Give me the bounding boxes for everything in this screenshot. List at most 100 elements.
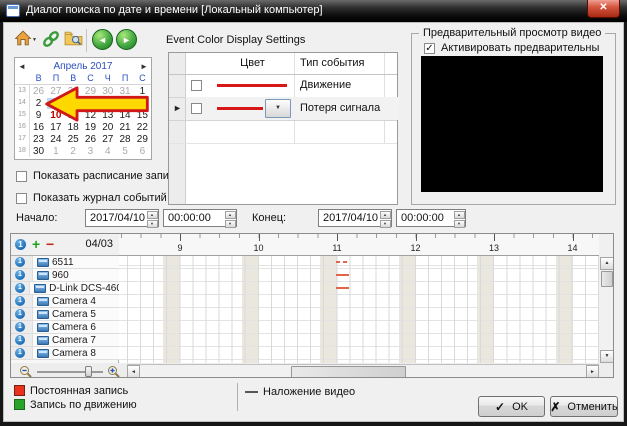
start-date-field[interactable]: 2017/04/10 ▲▼ — [85, 209, 159, 227]
calendar-day-cell[interactable]: 30 — [99, 86, 116, 97]
show-schedule-checkbox[interactable] — [16, 171, 27, 182]
calendar-day-cell[interactable]: 28 — [116, 134, 133, 145]
spin-down-icon[interactable]: ▼ — [380, 220, 391, 228]
hscroll-thumb[interactable] — [291, 366, 406, 378]
calendar-day-cell[interactable]: 25 — [65, 134, 82, 145]
calendar-day-cell[interactable]: 1 — [134, 86, 151, 97]
calendar-day-cell[interactable]: 4 — [99, 146, 116, 157]
home-button[interactable]: ▼ — [14, 30, 37, 52]
calendar-day-cell[interactable]: 6 — [134, 146, 151, 157]
zoom-slider-thumb[interactable] — [85, 366, 92, 377]
end-time-field[interactable]: 00:00:00 ▲▼ — [396, 209, 466, 227]
calendar-day-cell[interactable]: 15 — [134, 110, 151, 121]
camera-row[interactable]: 1D-Link DCS-4603 ( — [11, 282, 119, 295]
calendar-dow-label: П — [47, 73, 64, 84]
calendar-day-cell[interactable]: 11 — [65, 110, 82, 121]
camera-row[interactable]: 1Camera 5 — [11, 308, 119, 321]
calendar-day-cell[interactable]: 10 — [47, 110, 64, 121]
vscroll-thumb[interactable] — [601, 271, 613, 287]
calendar-day-cell[interactable]: 26 — [30, 86, 47, 97]
calendar-day-cell[interactable]: 5 — [82, 98, 99, 109]
event-enable-checkbox[interactable] — [191, 80, 202, 91]
forward-button[interactable]: ► — [116, 29, 137, 50]
vertical-scrollbar[interactable]: ▲ ▼ — [600, 257, 614, 363]
calendar-day-cell[interactable]: 5 — [116, 146, 133, 157]
calendar-day-cell[interactable]: 12 — [82, 110, 99, 121]
horizontal-scrollbar[interactable]: ◄ ► — [127, 364, 599, 378]
spin-down-icon[interactable]: ▼ — [225, 220, 236, 228]
calendar-day-cell[interactable]: 6 — [99, 98, 116, 109]
scroll-down-button[interactable]: ▼ — [600, 350, 614, 363]
calendar-day-cell[interactable]: 13 — [99, 110, 116, 121]
calendar-day-cell[interactable]: 29 — [134, 134, 151, 145]
add-camera-button[interactable]: + — [32, 236, 40, 252]
calendar-day-cell[interactable]: 7 — [116, 98, 133, 109]
calendar-day-cell[interactable]: 17 — [47, 122, 64, 133]
calendar-day-cell[interactable]: 24 — [47, 134, 64, 145]
calendar-day-cell[interactable]: 18 — [65, 122, 82, 133]
calendar-day-cell[interactable]: 22 — [134, 122, 151, 133]
camera-row[interactable]: 1960 — [11, 269, 119, 282]
calendar-prev-button[interactable]: ◄ — [15, 62, 29, 71]
calendar-day-cell[interactable]: 14 — [116, 110, 133, 121]
connect-button[interactable] — [42, 30, 60, 53]
event-enable-checkbox[interactable] — [191, 103, 202, 114]
zoom-control — [13, 364, 125, 378]
cancel-label: Отменить — [567, 401, 617, 413]
calendar-day-cell[interactable]: 29 — [82, 86, 99, 97]
calendar-day-cell[interactable]: 21 — [116, 122, 133, 133]
close-button[interactable]: ✕ — [587, 0, 620, 18]
calendar-day-cell[interactable]: 4 — [65, 98, 82, 109]
spin-up-icon[interactable]: ▲ — [380, 211, 391, 219]
color-dropdown-button[interactable]: ▼ — [265, 99, 291, 118]
zoom-out-icon[interactable] — [19, 365, 33, 378]
start-time-field[interactable]: 00:00:00 ▲▼ — [163, 209, 237, 227]
camera-icon — [37, 336, 49, 345]
calendar-next-button[interactable]: ► — [137, 62, 151, 71]
scroll-left-button[interactable]: ◄ — [127, 365, 140, 378]
cancel-button[interactable]: ✗ Отменить — [550, 396, 618, 417]
back-button[interactable]: ◄ — [92, 29, 113, 50]
calendar-day-cell[interactable]: 27 — [99, 134, 116, 145]
calendar-dow-row: ВПВСЧПС — [15, 73, 151, 85]
spin-up-icon[interactable]: ▲ — [147, 211, 158, 219]
calendar-day-cell[interactable]: 8 — [134, 98, 151, 109]
calendar-day-cell[interactable]: 3 — [82, 146, 99, 157]
preview-enable-checkbox[interactable]: ✓ — [424, 43, 435, 54]
camera-row[interactable]: 1Camera 7 — [11, 334, 119, 347]
calendar-day-cell[interactable]: 1 — [47, 146, 64, 157]
scroll-right-button[interactable]: ► — [586, 365, 599, 378]
calendar-day-cell[interactable]: 30 — [30, 146, 47, 157]
spin-up-icon[interactable]: ▲ — [454, 211, 465, 219]
end-date-field[interactable]: 2017/04/10 ▲▼ — [318, 209, 392, 227]
spin-down-icon[interactable]: ▼ — [454, 220, 465, 228]
calendar-day-cell[interactable]: 9 — [30, 110, 47, 121]
ok-button[interactable]: ✓ OK — [478, 396, 545, 417]
folder-search-icon — [64, 30, 83, 47]
calendar-day-cell[interactable]: 2 — [65, 146, 82, 157]
folder-search-button[interactable] — [64, 30, 83, 52]
camera-row[interactable]: 1Camera 8 — [11, 347, 119, 360]
spin-up-icon[interactable]: ▲ — [225, 211, 236, 219]
calendar-day-cell[interactable]: 27 — [47, 86, 64, 97]
camera-row[interactable]: 1Camera 6 — [11, 321, 119, 334]
camera-row[interactable]: 1Camera 4 — [11, 295, 119, 308]
zoom-in-icon[interactable] — [107, 365, 121, 378]
zoom-slider-track[interactable] — [37, 371, 103, 373]
calendar-day-cell[interactable]: 16 — [30, 122, 47, 133]
calendar-day-cell[interactable]: 31 — [116, 86, 133, 97]
scroll-up-button[interactable]: ▲ — [600, 257, 614, 270]
calendar-week-row: 142345678 — [15, 97, 151, 109]
calendar-day-cell[interactable]: 26 — [82, 134, 99, 145]
calendar-day-cell[interactable]: 20 — [99, 122, 116, 133]
calendar-day-cell[interactable]: 2 — [30, 98, 47, 109]
calendar-day-cell[interactable]: 28 — [65, 86, 82, 97]
calendar-day-cell[interactable]: 23 — [30, 134, 47, 145]
timeline-grid[interactable] — [119, 256, 599, 363]
show-eventlog-checkbox[interactable] — [16, 193, 27, 204]
calendar-day-cell[interactable]: 3 — [47, 98, 64, 109]
remove-camera-button[interactable]: − — [46, 236, 54, 252]
spin-down-icon[interactable]: ▼ — [147, 220, 158, 228]
camera-row[interactable]: 16511 — [11, 256, 119, 269]
calendar-day-cell[interactable]: 19 — [82, 122, 99, 133]
